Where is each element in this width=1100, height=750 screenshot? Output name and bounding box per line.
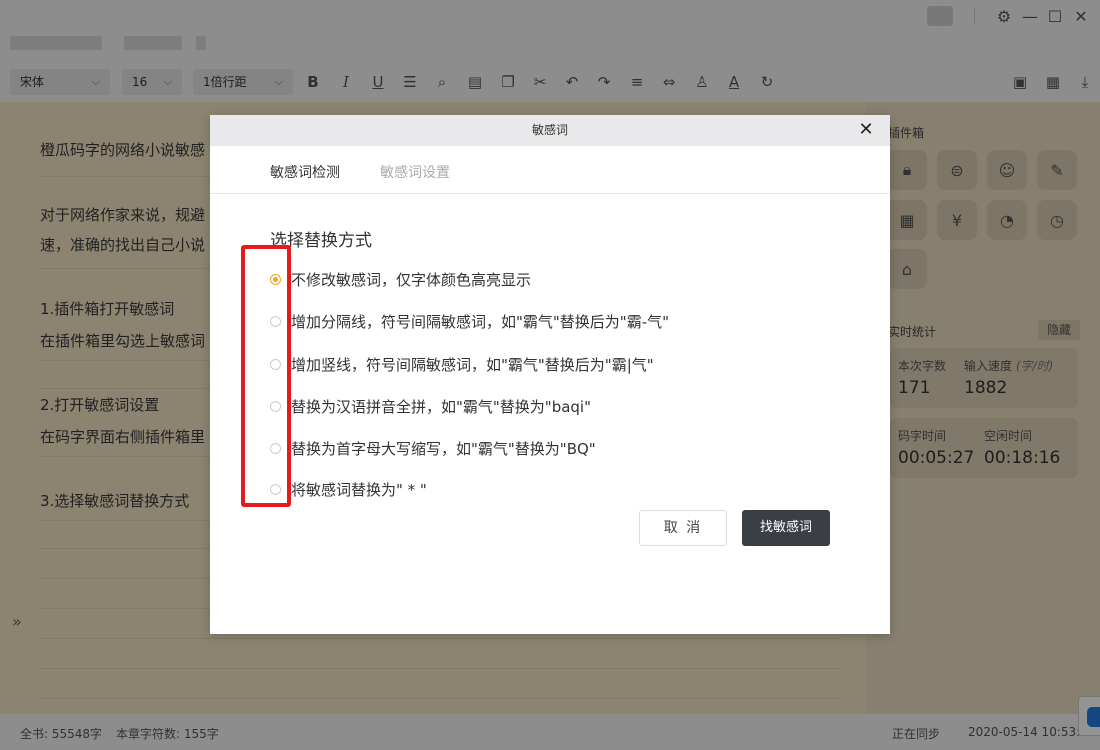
replace-option-pinyin[interactable]: 替换为汉语拼音全拼，如"霸气"替换为"baqi" [270,395,591,417]
find-sensitive-words-button[interactable]: 找敏感词 [742,510,830,546]
replace-option-initials[interactable]: 替换为首字母大写缩写，如"霸气"替换为"BQ" [270,437,596,459]
dialog-title: 敏感词 [531,123,568,137]
option-label: 将敏感词替换为" * " [291,480,427,499]
replace-option-asterisk[interactable]: 将敏感词替换为" * " [270,478,427,500]
dialog-tabs: 敏感词检测 敏感词设置 [210,146,890,194]
option-label: 替换为首字母大写缩写，如"霸气"替换为"BQ" [291,439,596,458]
replace-option-highlight[interactable]: 不修改敏感词，仅字体颜色高亮显示 [270,268,531,290]
option-label: 不修改敏感词，仅字体颜色高亮显示 [291,270,532,289]
cancel-button[interactable]: 取 消 [639,510,727,546]
option-label: 增加分隔线，符号间隔敏感词，如"霸气"替换后为"霸-气" [291,312,670,331]
option-label: 替换为汉语拼音全拼，如"霸气"替换为"baqi" [291,397,592,416]
radio[interactable] [270,315,281,327]
tab-settings[interactable]: 敏感词设置 [380,162,450,182]
dialog-header: 敏感词 ✕ [210,115,890,146]
radio[interactable] [270,483,281,495]
replace-option-pipe[interactable]: 增加竖线，符号间隔敏感词，如"霸气"替换后为"霸|气" [270,353,654,375]
close-icon[interactable]: ✕ [856,120,876,140]
radio-checked[interactable] [270,273,281,285]
radio[interactable] [270,358,281,370]
sensitive-words-dialog: 敏感词 ✕ 敏感词检测 敏感词设置 选择替换方式 不修改敏感词，仅字体颜色高亮显… [210,115,890,634]
section-title: 选择替换方式 [270,231,372,251]
radio[interactable] [270,400,281,412]
tab-detection[interactable]: 敏感词检测 [270,162,340,182]
radio[interactable] [270,442,281,454]
replace-option-dash[interactable]: 增加分隔线，符号间隔敏感词，如"霸气"替换后为"霸-气" [270,310,669,332]
option-label: 增加竖线，符号间隔敏感词，如"霸气"替换后为"霸|气" [291,355,654,374]
